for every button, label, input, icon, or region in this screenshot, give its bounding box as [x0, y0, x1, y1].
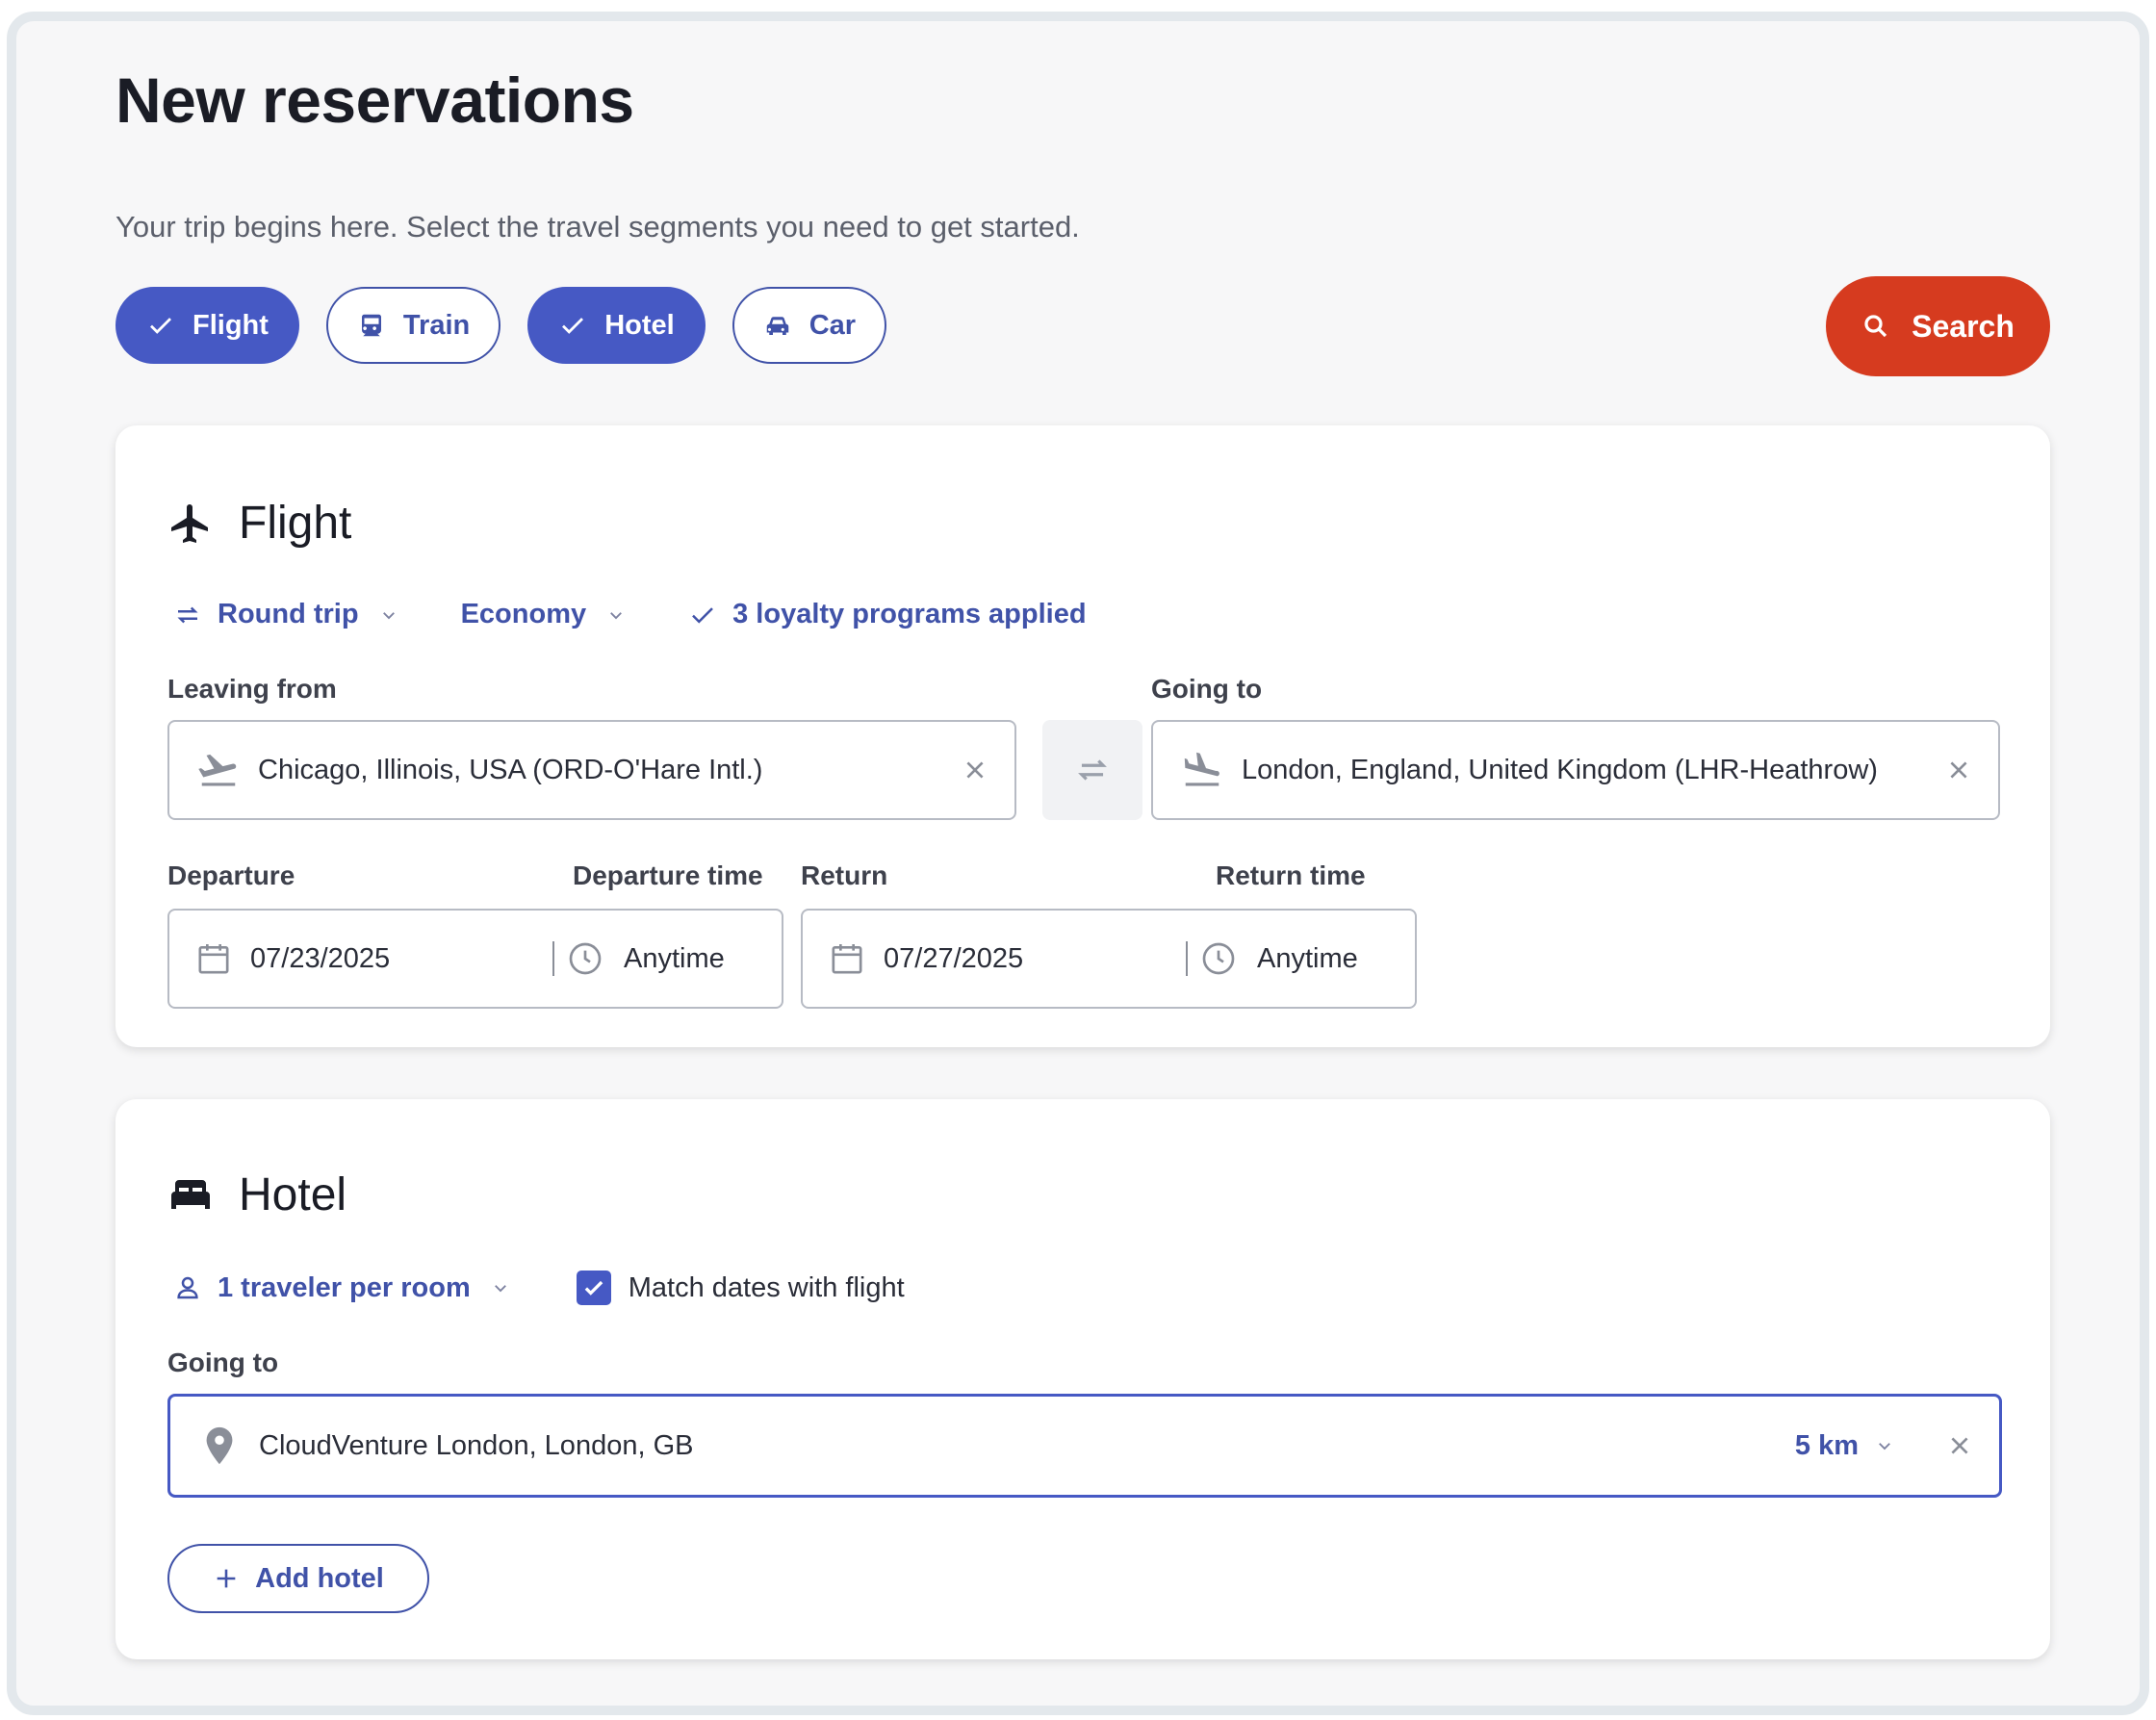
return-time-label: Return time	[1216, 860, 1366, 890]
page-subtitle: Your trip begins here. Select the travel…	[116, 210, 1080, 244]
hotel-location-input[interactable]: CloudVenture London, London, GB 5 km	[167, 1394, 2002, 1498]
segment-chip-car[interactable]: Car	[732, 287, 887, 364]
close-icon[interactable]	[1946, 757, 1971, 783]
leaving-from-input[interactable]: Chicago, Illinois, USA (ORD-O'Hare Intl.…	[167, 720, 1016, 820]
return-date-field: 07/27/2025 Anytime	[801, 909, 1417, 1009]
hotel-card-title: Hotel	[167, 1168, 346, 1221]
departure-date-field: 07/23/2025 Anytime	[167, 909, 783, 1009]
close-icon[interactable]	[1947, 1433, 1972, 1458]
leaving-from-label: Leaving from	[167, 674, 337, 704]
check-icon	[562, 318, 584, 334]
search-button-label: Search	[1912, 308, 2015, 344]
search-button[interactable]: Search	[1826, 276, 2050, 376]
map-pin-icon	[206, 1426, 233, 1465]
radius-dropdown[interactable]: 5 km	[1795, 1430, 1893, 1462]
cabin-class-dropdown[interactable]: Economy	[461, 599, 626, 630]
leaving-from-value: Chicago, Illinois, USA (ORD-O'Hare Intl.…	[258, 754, 763, 785]
chevron-down-icon	[382, 611, 395, 619]
segment-chip-label: Car	[808, 309, 857, 341]
landing-icon	[1184, 752, 1219, 786]
swap-arrows-icon	[1078, 759, 1107, 781]
calendar-icon	[198, 944, 229, 974]
departure-date-input[interactable]: 07/23/2025	[169, 939, 552, 978]
swap-arrows-icon	[177, 606, 198, 623]
plus-icon	[217, 1569, 236, 1588]
swap-locations-button[interactable]	[1042, 720, 1142, 820]
hotel-card: Hotel 1 traveler per room Match dates wi…	[116, 1099, 2050, 1659]
check-icon	[584, 1280, 603, 1296]
check-icon	[150, 318, 171, 334]
flight-card-title: Flight	[167, 497, 351, 550]
segment-chip-label: Hotel	[604, 309, 675, 341]
hotel-going-to-label: Going to	[167, 1348, 279, 1377]
clock-icon	[569, 942, 602, 975]
hotel-location-value: CloudVenture London, London, GB	[259, 1429, 694, 1461]
flight-card: Flight Round trip Economy 3 loyalty prog…	[116, 425, 2050, 1047]
bed-icon	[171, 1179, 210, 1209]
search-icon	[1864, 315, 1887, 338]
segment-chip-label: Train	[402, 309, 471, 341]
chevron-down-icon	[1879, 1443, 1890, 1450]
segment-chip-hotel[interactable]: Hotel	[527, 287, 706, 364]
departure-time-input[interactable]: Anytime	[554, 939, 725, 978]
calendar-icon	[832, 944, 862, 974]
person-icon	[177, 1276, 198, 1299]
departure-time-label: Departure time	[573, 860, 763, 890]
match-dates-label: Match dates with flight	[628, 1271, 905, 1303]
return-date-input[interactable]: 07/27/2025	[803, 939, 1186, 978]
clock-icon	[1202, 942, 1235, 975]
hotel-options: 1 traveler per room Match dates with fli…	[173, 1271, 968, 1305]
travelers-dropdown[interactable]: 1 traveler per room	[173, 1272, 509, 1304]
app-frame: New reservations Your trip begins here. …	[7, 12, 2149, 1715]
going-to-input[interactable]: London, England, United Kingdom (LHR-Hea…	[1151, 720, 2000, 820]
checkbox-checked[interactable]	[576, 1271, 611, 1305]
return-label: Return	[801, 860, 888, 890]
loyalty-programs-link[interactable]: 3 loyalty programs applied	[688, 599, 1087, 630]
flight-options: Round trip Economy 3 loyalty programs ap…	[173, 599, 1150, 630]
close-icon[interactable]	[962, 757, 988, 783]
chevron-down-icon	[610, 611, 623, 619]
going-to-value: London, England, United Kingdom (LHR-Hea…	[1242, 754, 1878, 785]
segment-chip-label: Flight	[192, 309, 269, 341]
chevron-down-icon	[494, 1285, 506, 1293]
page-title: New reservations	[116, 64, 634, 136]
takeoff-icon	[198, 754, 237, 786]
match-dates-checkbox[interactable]: Match dates with flight	[576, 1271, 905, 1305]
check-icon	[692, 606, 713, 624]
segment-chips: Flight Train Hotel Car	[116, 287, 887, 364]
departure-label: Departure	[167, 860, 295, 890]
going-to-label: Going to	[1151, 674, 1263, 704]
car-icon	[766, 317, 788, 335]
trip-type-dropdown[interactable]: Round trip	[173, 599, 398, 630]
add-hotel-button[interactable]: Add hotel	[167, 1544, 429, 1613]
segment-chip-flight[interactable]: Flight	[116, 287, 299, 364]
return-time-input[interactable]: Anytime	[1188, 939, 1358, 978]
segment-chip-train[interactable]: Train	[325, 287, 501, 364]
airplane-icon	[171, 503, 208, 543]
train-icon	[361, 314, 381, 337]
